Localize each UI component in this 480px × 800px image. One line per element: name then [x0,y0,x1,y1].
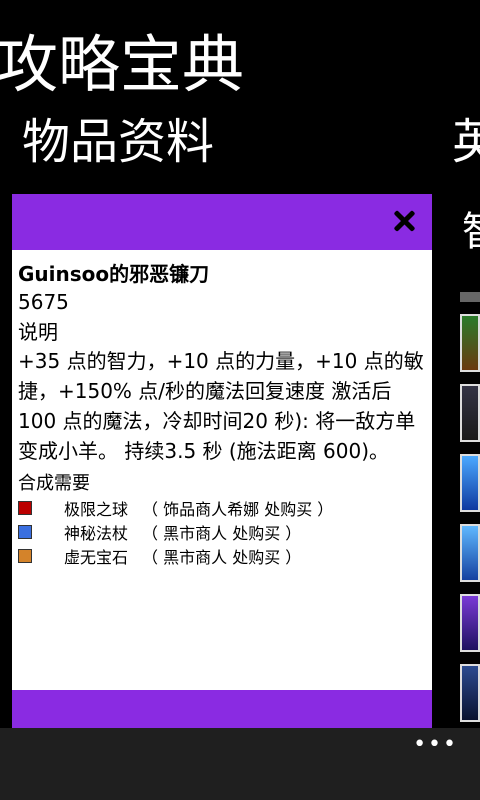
description-line: 100 点的魔法，冷却时间20 秒): 将一敌方单 [18,409,416,433]
list-item-thumbnail[interactable] [460,594,480,652]
app-title: 攻略宝典 [0,28,245,101]
background-list-header: 智 [462,208,480,256]
recipe-item[interactable]: 虚无宝石 （ 黑市商人 处购买 ） [18,544,432,568]
app-bar: ••• [0,728,480,800]
pivot-header-next[interactable]: 英 [452,116,480,169]
list-item-thumbnail[interactable] [460,454,480,512]
item-description: +35 点的智力，+10 点的力量，+10 点的敏 捷，+150% 点/秒的魔法… [18,346,432,466]
item-detail-content: Guinsoo的邪恶镰刀 5675 说明 +35 点的智力，+10 点的力量，+… [18,260,432,568]
list-item-thumbnail-partial[interactable] [460,292,480,302]
close-icon[interactable] [386,204,420,238]
recipe-item-source: （ 黑市商人 处购买 ） [142,548,302,567]
orb-icon [18,501,32,515]
description-line: 捷，+150% 点/秒的魔法回复速度 激活后 [18,379,392,403]
recipe-label: 合成需要 [18,473,90,494]
description-label: 说明 [18,320,58,344]
description-line: 变成小羊。 持续3.5 秒 (施法距离 600)。 [18,439,390,463]
recipe-item-name: 虚无宝石 [64,548,129,567]
dialog-footer-bar [12,690,432,728]
list-item-thumbnail[interactable] [460,314,480,372]
description-line: +35 点的智力，+10 点的力量，+10 点的敏 [18,349,424,373]
recipe-item[interactable]: 神秘法杖 （ 黑市商人 处购买 ） [18,520,432,544]
list-item-thumbnail[interactable] [460,384,480,442]
list-item-thumbnail[interactable] [460,524,480,582]
list-item-thumbnail[interactable] [460,664,480,722]
recipe-item-source: （ 黑市商人 处购买 ） [142,524,302,543]
recipe-item[interactable]: 极限之球 （ 饰品商人希娜 处购买 ） [18,496,432,520]
item-name: Guinsoo的邪恶镰刀 [18,262,210,286]
more-options-icon[interactable]: ••• [413,732,458,757]
gem-icon [18,549,32,563]
item-detail-dialog: Guinsoo的邪恶镰刀 5675 说明 +35 点的智力，+10 点的力量，+… [12,194,432,728]
recipe-item-name: 极限之球 [64,500,129,519]
staff-icon [18,525,32,539]
pivot-header-current[interactable]: 物品资料 [22,116,214,169]
item-cost: 5675 [18,290,69,314]
dialog-header-bar [12,194,432,250]
recipe-item-source: （ 饰品商人希娜 处购买 ） [142,500,334,519]
recipe-item-name: 神秘法杖 [64,524,129,543]
